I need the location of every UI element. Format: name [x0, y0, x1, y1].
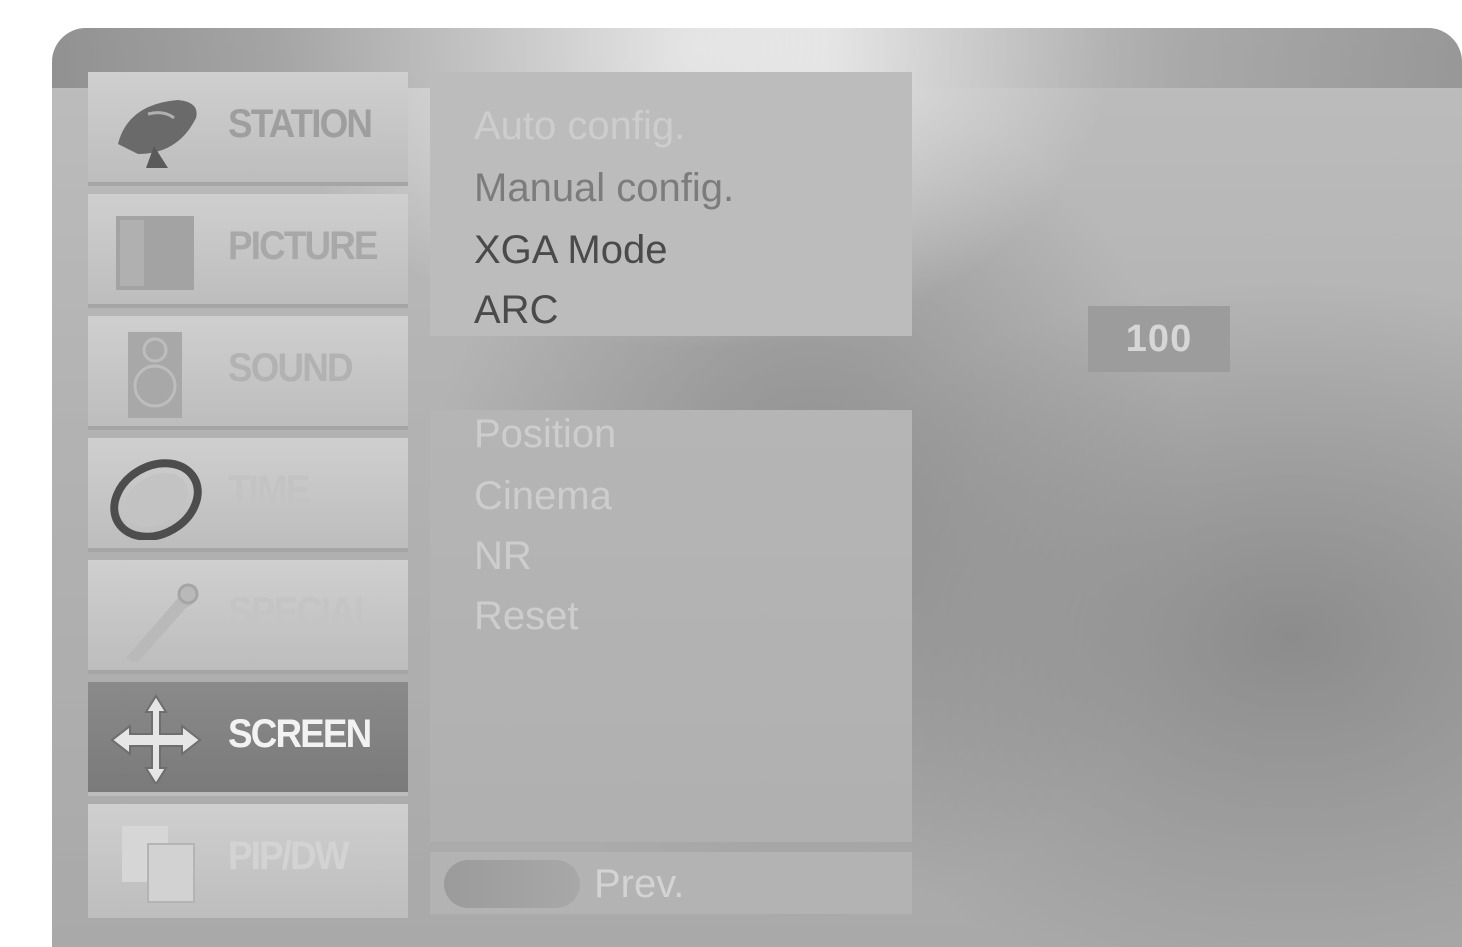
- screen-menu-bottom: Position Cinema NR Reset: [430, 410, 912, 842]
- pip-windows-icon: [122, 826, 195, 903]
- tab-time[interactable]: TIME: [88, 438, 408, 552]
- screen-menu-top: Auto config. Manual config. XGA Mode ARC: [430, 72, 912, 336]
- tab-label: PIP/DW: [228, 834, 350, 878]
- menu-item-position[interactable]: Position: [474, 412, 616, 457]
- clock-icon: [110, 459, 202, 540]
- speaker-icon: [128, 332, 182, 418]
- tab-station[interactable]: STATION: [88, 72, 408, 186]
- tab-sound[interactable]: SOUND: [88, 316, 408, 430]
- menu-item-xga-mode[interactable]: XGA Mode: [474, 228, 667, 273]
- menu-footer: Prev.: [430, 852, 912, 914]
- tab-label: TIME: [228, 468, 310, 512]
- satellite-dish-icon: [118, 100, 197, 168]
- tab-label: SOUND: [228, 346, 354, 390]
- menu-item-arc[interactable]: ARC: [474, 288, 558, 333]
- move-arrows-icon: [110, 694, 202, 784]
- menu-item-auto-config[interactable]: Auto config.: [474, 104, 685, 149]
- menu-key-button[interactable]: [444, 860, 580, 908]
- menu-sidebar: STATION PICTURE SOUND TIME SPECIAL SCREE…: [88, 72, 408, 918]
- value-display: 100: [1088, 306, 1230, 372]
- menu-item-manual-config[interactable]: Manual config.: [474, 166, 734, 211]
- tab-label: SPECIAL: [228, 590, 376, 634]
- menu-item-reset[interactable]: Reset: [474, 594, 579, 639]
- menu-item-nr[interactable]: NR: [474, 534, 532, 579]
- tab-screen[interactable]: SCREEN: [88, 682, 408, 796]
- tab-picture[interactable]: PICTURE: [88, 194, 408, 308]
- tab-label: STATION: [228, 102, 373, 146]
- tab-pip-dw[interactable]: PIP/DW: [88, 804, 408, 918]
- wrench-icon: [126, 583, 199, 662]
- menu-item-cinema[interactable]: Cinema: [474, 474, 612, 519]
- tab-special[interactable]: SPECIAL: [88, 560, 408, 674]
- prev-label: Prev.: [594, 862, 685, 906]
- tab-label: SCREEN: [228, 712, 372, 756]
- tab-label: PICTURE: [228, 224, 378, 268]
- picture-frame-icon: [116, 216, 194, 290]
